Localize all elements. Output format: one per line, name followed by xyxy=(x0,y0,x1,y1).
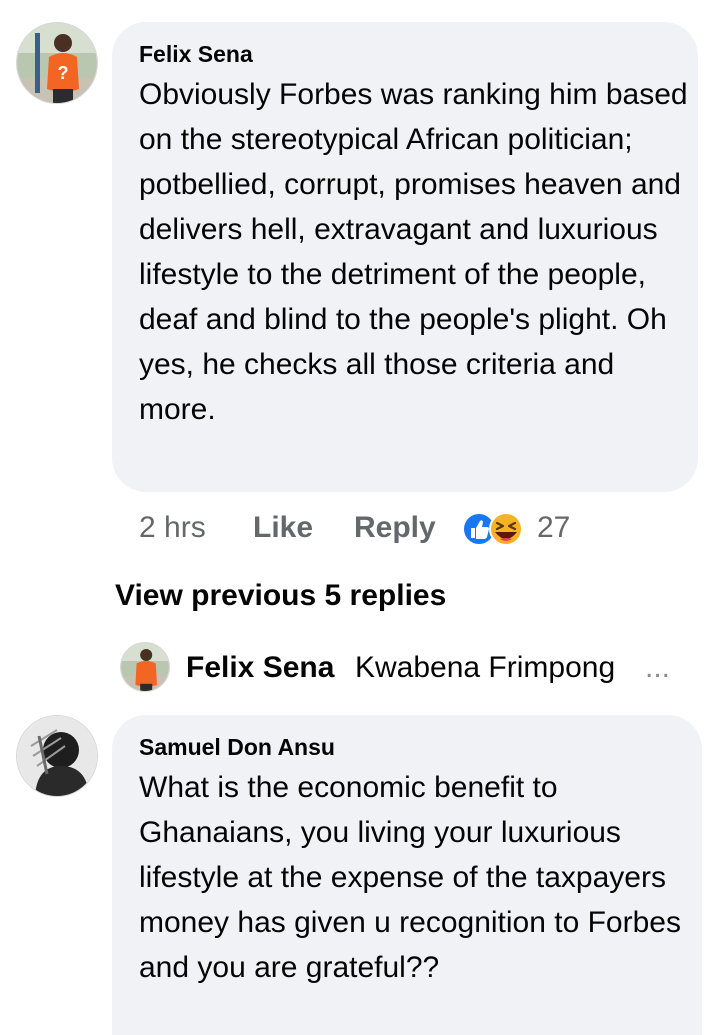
like-button[interactable]: Like xyxy=(253,510,313,546)
reply-button[interactable]: Reply xyxy=(354,510,436,546)
reply-author[interactable]: Felix Sena xyxy=(186,650,334,686)
person-photo-icon xyxy=(121,643,169,691)
comment-timestamp[interactable]: 2 hrs xyxy=(139,510,206,546)
person-photo-icon xyxy=(17,716,97,796)
comment-author[interactable]: Felix Sena xyxy=(139,40,253,68)
comment-text: What is the economic benefit to Ghanaian… xyxy=(139,771,681,984)
reply-snippet[interactable]: Kwabena Frimpong xyxy=(355,650,615,686)
comment-author[interactable]: Samuel Don Ansu xyxy=(139,733,335,761)
view-previous-replies-link[interactable]: View previous 5 replies xyxy=(115,578,446,614)
avatar-felix-sena[interactable]: ? xyxy=(16,22,98,104)
haha-reaction-icon xyxy=(489,512,523,546)
reactions-summary[interactable] xyxy=(460,510,526,548)
avatar-felix-sena-small[interactable] xyxy=(120,642,170,692)
avatar-samuel-don-ansu[interactable] xyxy=(16,715,98,797)
reply-ellipsis[interactable]: ... xyxy=(645,650,670,686)
svg-text:?: ? xyxy=(58,63,69,83)
comment-text: Obviously Forbes was ranking him based o… xyxy=(139,78,688,426)
person-photo-icon: ? xyxy=(17,23,97,103)
reaction-count[interactable]: 27 xyxy=(537,510,570,546)
